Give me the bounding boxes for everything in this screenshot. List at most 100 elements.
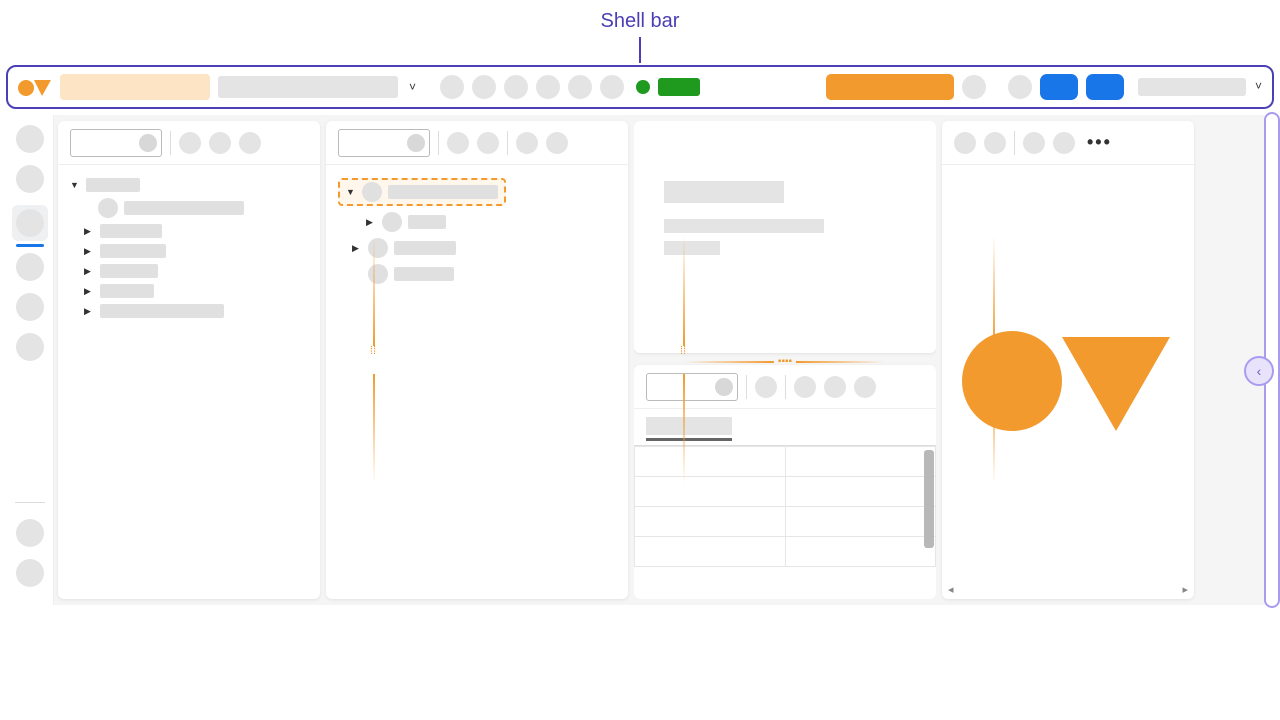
horizontal-scrollbar[interactable]: ◂▸ — [948, 583, 1188, 595]
pane-3a-detail — [634, 121, 936, 353]
more-icon[interactable]: ••• — [1083, 132, 1112, 153]
shell-action-6[interactable] — [600, 75, 624, 99]
shell-action-1[interactable] — [440, 75, 464, 99]
vertical-scrollbar[interactable] — [924, 450, 934, 548]
rail-item-6[interactable] — [16, 333, 44, 361]
tree-node[interactable] — [70, 281, 308, 301]
tree-node[interactable] — [338, 261, 616, 287]
pane3b-action-2[interactable] — [794, 376, 816, 398]
node-icon — [98, 198, 118, 218]
shell-dropdown[interactable] — [218, 76, 398, 98]
pane2-action-1[interactable] — [447, 132, 469, 154]
tree-node[interactable] — [338, 209, 616, 235]
shell-bar: ˅ ˅ — [6, 65, 1274, 109]
chevron-right-icon — [366, 217, 376, 228]
shell-blue-button-1[interactable] — [1040, 74, 1078, 100]
pane2-action-2[interactable] — [477, 132, 499, 154]
detail-line — [664, 241, 720, 255]
shell-action-3[interactable] — [504, 75, 528, 99]
tree-node[interactable] — [70, 301, 308, 321]
pane4-action-1[interactable] — [954, 132, 976, 154]
pane2-tree — [326, 165, 628, 297]
pane3b-grid-area[interactable] — [634, 445, 936, 599]
pane2-toolbar — [326, 121, 628, 165]
tree-node[interactable] — [70, 195, 308, 221]
tree-node[interactable] — [338, 235, 616, 261]
data-table[interactable] — [634, 446, 936, 567]
search-icon — [139, 134, 157, 152]
pane4-action-4[interactable] — [1053, 132, 1075, 154]
shell-util-2[interactable] — [1008, 75, 1032, 99]
node-icon — [382, 212, 402, 232]
left-rail — [6, 115, 54, 605]
search-icon — [407, 134, 425, 152]
chevron-down-icon — [70, 180, 80, 191]
pane3b-action-4[interactable] — [854, 376, 876, 398]
tree-node[interactable] — [70, 261, 308, 281]
chevron-right-icon — [352, 243, 362, 254]
shell-action-4[interactable] — [536, 75, 560, 99]
rail-divider — [15, 502, 45, 503]
node-icon — [368, 264, 388, 284]
pane3b-search-input[interactable] — [646, 373, 738, 401]
tab-active[interactable] — [646, 417, 732, 435]
pane2-search-input[interactable] — [338, 129, 430, 157]
tree-node-selected[interactable] — [338, 175, 616, 209]
vertical-splitter-2[interactable]: ⁞⁞ — [676, 348, 690, 372]
brand-logo-icon[interactable] — [18, 77, 52, 97]
status-dot-icon — [636, 80, 650, 94]
pane3b-action-1[interactable] — [755, 376, 777, 398]
shell-blue-button-2[interactable] — [1086, 74, 1124, 100]
tree-node[interactable] — [70, 175, 308, 195]
pane1-action-3[interactable] — [239, 132, 261, 154]
pane1-search-input[interactable] — [70, 129, 162, 157]
right-panel-expand-button[interactable]: ‹ — [1244, 356, 1274, 386]
pane4-toolbar: ••• — [942, 121, 1194, 165]
pane-3b-grid — [634, 365, 936, 599]
pane2-action-3[interactable] — [516, 132, 538, 154]
rail-item-4[interactable] — [16, 253, 44, 281]
shell-action-5[interactable] — [568, 75, 592, 99]
shell-title-field[interactable] — [60, 74, 210, 100]
search-icon — [715, 378, 733, 396]
tree-node[interactable] — [70, 221, 308, 241]
shell-primary-button[interactable] — [826, 74, 954, 100]
shell-action-2[interactable] — [472, 75, 496, 99]
detail-title — [664, 181, 784, 203]
rail-bottom-2[interactable] — [16, 559, 44, 587]
rail-item-5[interactable] — [16, 293, 44, 321]
pane4-action-2[interactable] — [984, 132, 1006, 154]
chevron-down-icon — [346, 187, 356, 198]
pane1-toolbar — [58, 121, 320, 165]
shell-user-menu[interactable] — [1138, 78, 1246, 96]
pane1-action-1[interactable] — [179, 132, 201, 154]
vertical-splitter-1[interactable]: ⁞⁞ — [366, 348, 380, 372]
workspace: ▪▪▪▪ — [6, 115, 1274, 605]
pane1-action-2[interactable] — [209, 132, 231, 154]
pane2-action-4[interactable] — [546, 132, 568, 154]
status-bar — [658, 78, 700, 96]
rail-item-1[interactable] — [16, 125, 44, 153]
node-icon — [368, 238, 388, 258]
pane3b-tabrow — [634, 409, 936, 435]
rail-item-2[interactable] — [16, 165, 44, 193]
detail-line — [664, 219, 824, 233]
pane-4: ••• ◂▸ — [942, 121, 1194, 599]
shell-util-1[interactable] — [962, 75, 986, 99]
chevron-right-icon — [84, 286, 94, 297]
chevron-right-icon — [84, 266, 94, 277]
chevron-right-icon — [84, 226, 94, 237]
annotation-pointer — [639, 37, 641, 63]
node-icon — [362, 182, 382, 202]
chevron-down-icon: ˅ — [1255, 79, 1262, 93]
rail-bottom-1[interactable] — [16, 519, 44, 547]
pane-1 — [58, 121, 320, 599]
vertical-splitter-3[interactable]: ⁞⁞ — [986, 348, 1000, 372]
pane4-action-3[interactable] — [1023, 132, 1045, 154]
rail-item-active[interactable] — [12, 205, 48, 241]
chevron-down-icon: ˅ — [409, 80, 416, 94]
pane3b-action-3[interactable] — [824, 376, 846, 398]
chevron-right-icon — [84, 246, 94, 257]
pane-container: ▪▪▪▪ — [54, 115, 1274, 605]
tree-node[interactable] — [70, 241, 308, 261]
